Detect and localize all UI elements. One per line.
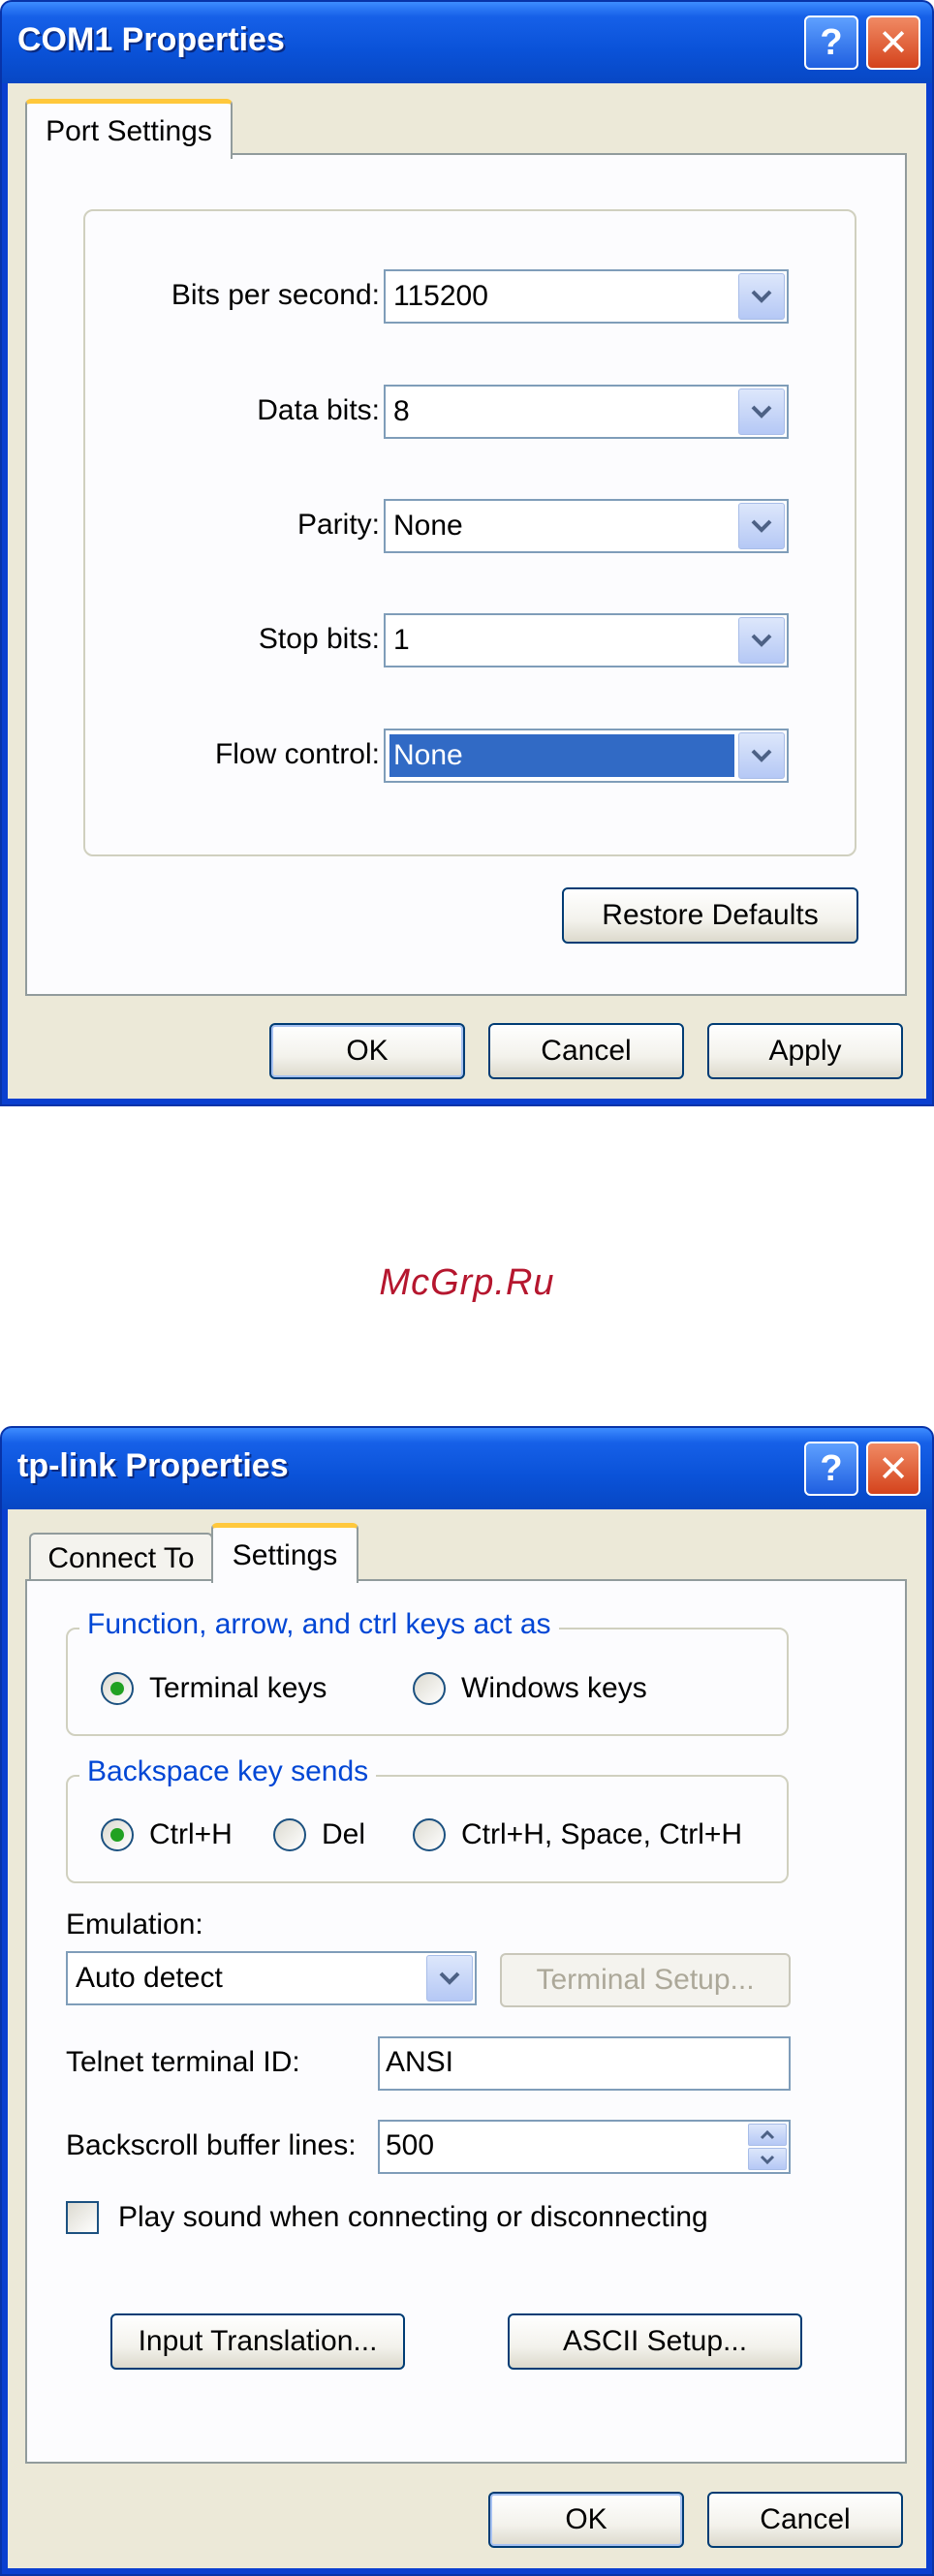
chevron-down-icon[interactable]: [738, 503, 785, 549]
help-icon: ?: [820, 21, 843, 63]
windows-keys-label[interactable]: Windows keys: [461, 1672, 647, 1705]
ctrl-h-radio[interactable]: [101, 1818, 134, 1851]
chevron-up-icon[interactable]: [748, 2124, 787, 2146]
ctrl-h-space-ctrl-h-label[interactable]: Ctrl+H, Space, Ctrl+H: [461, 1818, 742, 1851]
chevron-down-icon[interactable]: [738, 732, 785, 779]
del-radio[interactable]: [273, 1818, 306, 1851]
play-sound-checkbox[interactable]: [66, 2201, 99, 2234]
tab-panel: Bits per second: 115200 Data bits: 8 Par…: [25, 153, 907, 996]
tplink-properties-window: tp-link Properties ? ✕ Connect To Settin…: [0, 1426, 934, 2576]
backscroll-buffer-label: Backscroll buffer lines:: [66, 2129, 357, 2161]
input-translation-button[interactable]: Input Translation...: [110, 2313, 405, 2370]
flow-control-select[interactable]: None: [384, 729, 789, 783]
tab-port-settings[interactable]: Port Settings: [25, 99, 233, 159]
help-button[interactable]: ?: [804, 16, 858, 70]
ctrl-h-space-ctrl-h-radio[interactable]: [413, 1818, 446, 1851]
parity-value: None: [393, 510, 463, 542]
backspace-legend: Backspace key sends: [79, 1755, 377, 1788]
emulation-value: Auto detect: [76, 1962, 223, 1994]
stop-bits-value: 1: [393, 624, 410, 656]
terminal-keys-radio[interactable]: [101, 1672, 134, 1705]
help-button[interactable]: ?: [804, 1442, 858, 1496]
com1-properties-window: COM1 Properties ? ✕ Port Settings Bits p…: [0, 0, 934, 1106]
chevron-down-icon[interactable]: [738, 273, 785, 320]
window-title: COM1 Properties: [17, 21, 285, 58]
play-sound-label[interactable]: Play sound when connecting or disconnect…: [118, 2201, 708, 2234]
stop-bits-label: Stop bits:: [258, 623, 380, 655]
radio-selected-dot: [110, 1682, 124, 1695]
apply-button[interactable]: Apply: [707, 1023, 903, 1079]
data-bits-select[interactable]: 8: [384, 385, 789, 439]
title-bar[interactable]: COM1 Properties ? ✕: [2, 2, 932, 83]
del-label[interactable]: Del: [322, 1818, 365, 1851]
cancel-button[interactable]: Cancel: [488, 1023, 684, 1079]
tab-label: Settings: [232, 1538, 338, 1571]
close-icon: ✕: [878, 1448, 909, 1490]
chevron-down-icon[interactable]: [738, 388, 785, 435]
backscroll-buffer-value: 500: [386, 2129, 435, 2161]
help-icon: ?: [820, 1447, 843, 1489]
dialog-body: Connect To Settings Function, arrow, and…: [8, 1509, 926, 2568]
emulation-label: Emulation:: [66, 1909, 203, 1940]
backscroll-spinner[interactable]: [748, 2124, 787, 2170]
restore-defaults-button[interactable]: Restore Defaults: [562, 887, 858, 944]
keys-act-as-legend: Function, arrow, and ctrl keys act as: [79, 1608, 559, 1641]
radio-selected-dot: [110, 1828, 124, 1842]
chevron-down-icon[interactable]: [748, 2148, 787, 2170]
windows-keys-radio[interactable]: [413, 1672, 446, 1705]
parity-select[interactable]: None: [384, 499, 789, 553]
flow-control-label: Flow control:: [214, 738, 380, 770]
tab-settings[interactable]: Settings: [211, 1523, 358, 1583]
emulation-select[interactable]: Auto detect: [66, 1951, 477, 2005]
ok-button[interactable]: OK: [488, 2492, 684, 2548]
data-bits-value: 8: [393, 395, 410, 427]
bits-per-second-value: 115200: [393, 280, 488, 312]
dialog-body: Port Settings Bits per second: 115200 Da…: [8, 83, 926, 1099]
data-bits-label: Data bits:: [257, 394, 380, 426]
ok-button[interactable]: OK: [269, 1023, 465, 1079]
bits-per-second-label: Bits per second:: [171, 279, 380, 311]
telnet-terminal-id-input[interactable]: ANSI: [378, 2036, 791, 2091]
title-bar[interactable]: tp-link Properties ? ✕: [2, 1428, 932, 1509]
watermark-text: McGrp.Ru: [379, 1262, 555, 1303]
close-button[interactable]: ✕: [866, 16, 920, 70]
chevron-down-icon[interactable]: [426, 1955, 473, 2002]
tab-label: Connect To: [47, 1542, 195, 1574]
window-title: tp-link Properties: [17, 1447, 289, 1484]
stop-bits-select[interactable]: 1: [384, 613, 789, 667]
close-icon: ✕: [878, 22, 909, 64]
ctrl-h-label[interactable]: Ctrl+H: [149, 1818, 233, 1851]
backscroll-buffer-input[interactable]: 500: [378, 2120, 791, 2174]
terminal-keys-label[interactable]: Terminal keys: [149, 1672, 327, 1705]
tab-label: Port Settings: [46, 114, 212, 147]
tab-connect-to[interactable]: Connect To: [29, 1533, 213, 1583]
ascii-setup-button[interactable]: ASCII Setup...: [508, 2313, 802, 2370]
cancel-button[interactable]: Cancel: [707, 2492, 903, 2548]
chevron-down-icon[interactable]: [738, 617, 785, 664]
parity-label: Parity:: [296, 509, 380, 541]
flow-control-value: None: [389, 734, 734, 777]
close-button[interactable]: ✕: [866, 1442, 920, 1496]
telnet-terminal-id-label: Telnet terminal ID:: [66, 2046, 300, 2078]
tab-panel: Function, arrow, and ctrl keys act as Te…: [25, 1579, 907, 2464]
terminal-setup-button[interactable]: Terminal Setup...: [500, 1953, 791, 2007]
bits-per-second-select[interactable]: 115200: [384, 269, 789, 324]
